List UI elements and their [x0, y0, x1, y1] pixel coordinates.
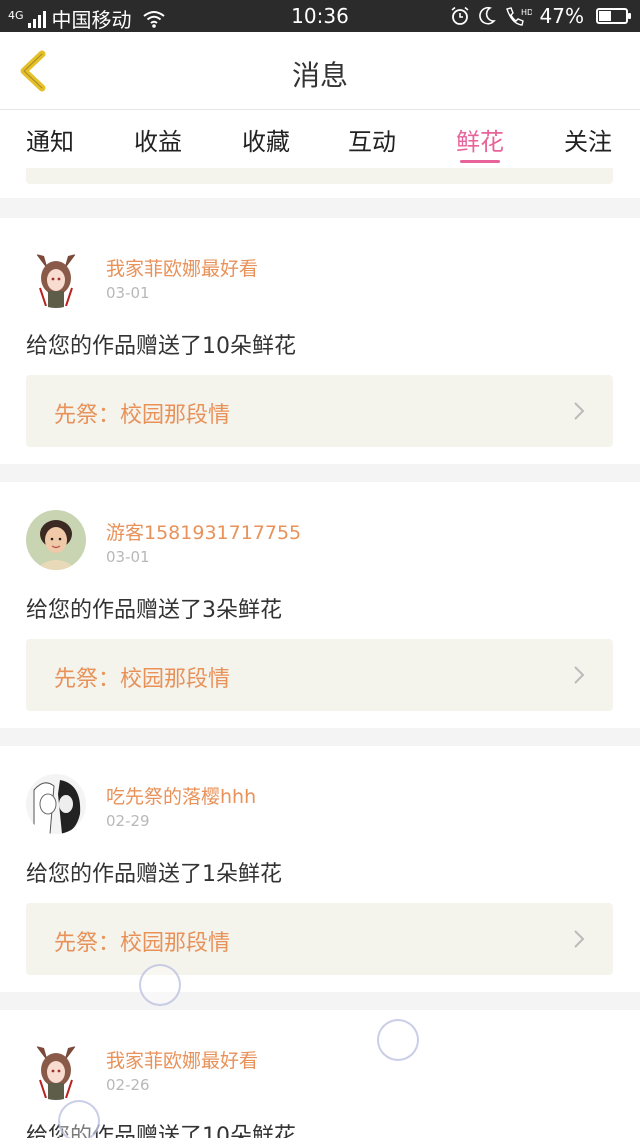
page-title: 消息 [291, 59, 348, 92]
work-title: 先祭：校园那段情 [54, 667, 231, 692]
avatar[interactable] [26, 774, 86, 834]
message-text: 给您的作品赠送了3朵鲜花 [26, 598, 282, 623]
message-text: 给您的作品赠送了10朵鲜花 [26, 334, 296, 359]
status-left: 4G 中国移动 [8, 4, 166, 33]
work-link[interactable]: 先祭：校园那段情 [26, 903, 613, 975]
sketch-avatar-icon [26, 774, 86, 834]
message-date: 03-01 [106, 548, 150, 566]
tab-notifications[interactable]: 通知 [0, 122, 100, 157]
nav-header: 消息 [0, 32, 640, 110]
sender-name[interactable]: 我家菲欧娜最好看 [106, 254, 258, 281]
tab-flowers[interactable]: 鲜花 [430, 122, 530, 163]
avatar[interactable] [26, 1040, 86, 1100]
sender-name[interactable]: 我家菲欧娜最好看 [106, 1046, 258, 1073]
message-date: 02-29 [106, 812, 150, 830]
touch-indicator [58, 1100, 100, 1138]
message-date: 03-01 [106, 284, 150, 302]
battery-icon [596, 8, 631, 24]
carrier-name: 中国移动 [51, 8, 132, 32]
signal-icon [27, 10, 46, 28]
work-link[interactable]: 先祭：校园那段情 [26, 375, 613, 447]
status-right: HD 47% [450, 4, 631, 28]
chevron-right-icon [574, 666, 585, 684]
tab-active-indicator [460, 160, 500, 163]
status-bar: 4G 中国移动 10:36 HD 47% [0, 0, 640, 32]
work-link-partial[interactable] [26, 168, 613, 184]
tab-interactions[interactable]: 互动 [322, 122, 422, 157]
message-card: 我家菲欧娜最好看 03-01 给您的作品赠送了10朵鲜花 先祭：校园那段情 [0, 218, 640, 464]
work-link[interactable]: 先祭：校园那段情 [26, 639, 613, 711]
sender-name[interactable]: 游客1581931717755 [106, 518, 301, 545]
anime-girl-avatar-icon [26, 248, 86, 308]
tab-earnings[interactable]: 收益 [108, 122, 208, 157]
message-text: 给您的作品赠送了1朵鲜花 [26, 862, 282, 887]
anime-girl-avatar-icon [26, 1040, 86, 1100]
moon-icon [478, 6, 496, 25]
message-card: 吃先祭的落樱hhh 02-29 给您的作品赠送了1朵鲜花 先祭：校园那段情 [0, 746, 640, 992]
tab-flowers-label: 鲜花 [456, 128, 504, 156]
wifi-icon [142, 10, 165, 28]
work-title: 先祭：校园那段情 [54, 931, 231, 956]
avatar[interactable] [26, 510, 86, 570]
work-title: 先祭：校园那段情 [54, 403, 231, 428]
touch-indicator [377, 1019, 419, 1061]
touch-indicator [139, 964, 181, 1006]
tab-favorites[interactable]: 收藏 [216, 122, 316, 157]
hd-call-icon: HD [505, 7, 532, 26]
alarm-icon [451, 6, 469, 25]
message-card: 游客1581931717755 03-01 给您的作品赠送了3朵鲜花 先祭：校园… [0, 482, 640, 728]
message-date: 02-26 [106, 1076, 150, 1094]
sender-name[interactable]: 吃先祭的落樱hhh [106, 782, 256, 809]
battery-percent: 47% [539, 4, 584, 28]
svg-text:HD: HD [521, 8, 532, 17]
chevron-right-icon [574, 402, 585, 420]
chevron-right-icon [574, 930, 585, 948]
avatar[interactable] [26, 248, 86, 308]
tab-bar: 通知 收益 收藏 互动 鲜花 关注 [0, 110, 640, 168]
network-type: 4G [8, 9, 24, 22]
user-photo-avatar-icon [26, 510, 86, 570]
message-card-partial [0, 168, 640, 198]
tab-follows[interactable]: 关注 [538, 122, 638, 157]
message-list[interactable]: 我家菲欧娜最好看 03-01 给您的作品赠送了10朵鲜花 先祭：校园那段情 游客… [0, 168, 640, 1138]
